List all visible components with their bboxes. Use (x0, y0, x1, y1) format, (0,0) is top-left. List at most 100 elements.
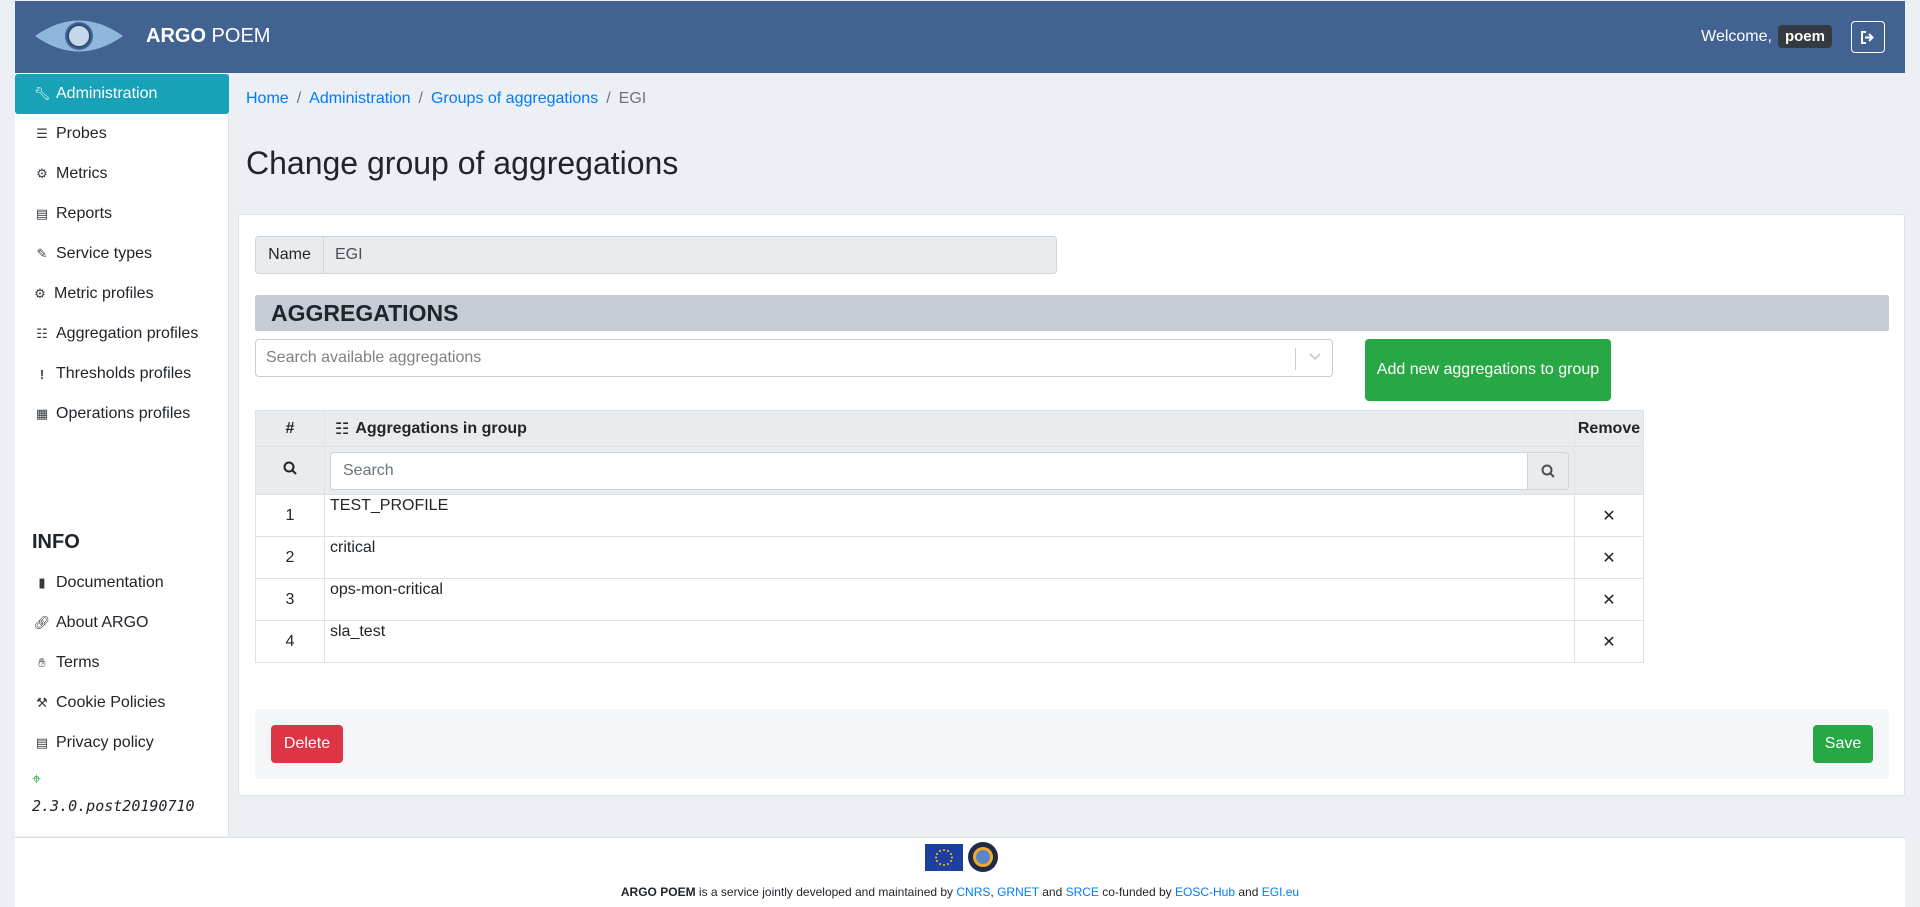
sidebar-item-probes[interactable]: ☰ Probes (15, 114, 229, 154)
search-row-empty-cell (1574, 446, 1644, 495)
sidebar-item-label: Administration (56, 85, 158, 102)
footer-text-part: co-funded by (1098, 885, 1175, 899)
row-aggregation-name: sla_test (324, 620, 1575, 663)
footer-link-cnrs[interactable]: CNRS (956, 885, 990, 899)
sidebar-item-label: Service types (56, 245, 153, 262)
sidebar-item-operations-profiles[interactable]: ▦ Operations profiles (15, 394, 229, 434)
breadcrumb-separator: / (418, 90, 423, 107)
sidebar-item-metric-profiles[interactable]: ⚙ Metric profiles (15, 274, 229, 314)
column-header-remove: Remove (1574, 410, 1644, 447)
footer-and: and (1038, 885, 1066, 899)
search-row-input-cell: Search (324, 446, 1575, 495)
table-row: 1 TEST_PROFILE ✕ (255, 494, 1644, 537)
row-number: 2 (255, 536, 325, 579)
footer-link-egi[interactable]: EGI.eu (1262, 885, 1299, 899)
form-card: Name EGI AGGREGATIONS Search available a… (238, 214, 1905, 796)
footer-link-grnet[interactable]: GRNET (997, 885, 1039, 899)
sidebar-item-label: Cookie Policies (56, 694, 166, 711)
logout-button[interactable] (1851, 21, 1885, 53)
sidebar-item-label: Documentation (56, 574, 164, 591)
sidebar-item-label: About ARGO (56, 614, 149, 631)
breadcrumb-separator: / (606, 90, 611, 107)
table-search-button[interactable] (1527, 452, 1568, 489)
brand-title[interactable]: ARGO POEM (146, 25, 270, 48)
add-aggregations-button[interactable]: Add new aggregations to group (1365, 339, 1611, 401)
search-icon (1541, 464, 1555, 478)
cogs-icon: ⚙ (34, 286, 46, 301)
footer-brand: ARGO POEM (620, 885, 696, 899)
sidebar-item-reports[interactable]: ▤ Reports (15, 194, 229, 234)
sidebar-item-administration[interactable]: 🔧︎ Administration (15, 74, 229, 114)
cog-icon: ⚙ (36, 166, 48, 181)
brand-rest: POEM (206, 25, 271, 47)
delete-button[interactable]: Delete (271, 725, 343, 763)
remove-button[interactable]: ✕ (1596, 586, 1622, 613)
handshake-icon: ✋︎ (38, 655, 46, 670)
row-number: 4 (255, 620, 325, 663)
gavel-icon: ⚒ (36, 695, 48, 710)
table-search-group: Search (330, 451, 1569, 490)
row-remove-cell: ✕ (1574, 620, 1644, 663)
search-row-icon-cell (255, 446, 325, 495)
sidebar-item-aggregation-profiles[interactable]: ☷ Aggregation profiles (15, 314, 229, 354)
table-row: 3 ops-mon-critical ✕ (255, 578, 1644, 621)
column-header-aggregations-label: Aggregations in group (355, 419, 527, 437)
breadcrumb-groups[interactable]: Groups of aggregations (431, 90, 598, 108)
table-search-input[interactable]: Search (331, 453, 1527, 489)
table-search-row: Search (255, 446, 1644, 495)
select-placeholder: Search available aggregations (266, 349, 482, 366)
row-remove-cell: ✕ (1574, 494, 1644, 537)
sidebar-item-metrics[interactable]: ⚙ Metrics (15, 154, 229, 194)
tasks-icon: ☷ (36, 326, 48, 341)
row-aggregation-name: critical (324, 536, 1575, 579)
sidebar-item-label: Terms (56, 654, 100, 671)
footer-link-eosc-hub[interactable]: EOSC-Hub (1175, 885, 1235, 899)
sidebar: 🔧︎ Administration ☰ Probes ⚙ Metrics ▤ Repor… (15, 73, 229, 836)
breadcrumb: Home / Administration / Groups of aggreg… (246, 90, 646, 108)
name-field-group: Name EGI (255, 236, 1057, 274)
egi-logo (968, 842, 998, 872)
row-remove-cell: ✕ (1574, 578, 1644, 621)
row-number: 3 (255, 578, 325, 621)
list-icon: ▤ (35, 735, 49, 750)
sidebar-item-service-types[interactable]: ✎ Service types (15, 234, 229, 274)
welcome-area: Welcome, poem (1701, 25, 1832, 48)
page-footer: ARGO POEM is a service jointly developed… (15, 837, 1905, 907)
sidebar-item-privacy-policy[interactable]: ▤ Privacy policy (15, 723, 229, 763)
select-divider (1295, 348, 1296, 370)
exclamation-icon: ! (39, 366, 45, 382)
remove-button[interactable]: ✕ (1596, 544, 1622, 571)
sidebar-item-label: Probes (56, 125, 107, 142)
sidebar-item-label: Aggregation profiles (56, 325, 199, 342)
breadcrumb-administration[interactable]: Administration (309, 90, 410, 108)
remove-button[interactable]: ✕ (1596, 628, 1622, 655)
breadcrumb-home[interactable]: Home (246, 90, 289, 108)
sidebar-item-about-argo[interactable]: 🔗︎ About ARGO (15, 603, 229, 643)
search-icon (283, 461, 297, 475)
footer-text: ARGO POEM is a service jointly developed… (15, 885, 1905, 899)
eu-flag-logo (925, 844, 963, 871)
top-navbar: ARGO POEM Welcome, poem (15, 1, 1905, 73)
sidebar-item-label: Metric profiles (54, 285, 154, 302)
footer-and: and (1235, 885, 1262, 899)
form-actions: Delete Save (255, 709, 1889, 779)
sidebar-item-cookie-policies[interactable]: ⚒ Cookie Policies (15, 683, 229, 723)
save-button[interactable]: Save (1813, 725, 1873, 763)
footer-text-part: is a service jointly developed and maint… (695, 885, 957, 899)
available-aggregations-select[interactable]: Search available aggregations (255, 339, 1333, 377)
file-icon: ▤ (35, 206, 49, 221)
remove-button[interactable]: ✕ (1596, 502, 1622, 529)
welcome-text: Welcome, (1701, 27, 1772, 45)
table-header-row: # ☷ Aggregations in group Remove (255, 410, 1644, 447)
name-label: Name (256, 237, 324, 273)
tasks-icon: ☷ (335, 420, 350, 438)
server-icon: ☰ (36, 126, 48, 141)
sidebar-item-thresholds-profiles[interactable]: ! Thresholds profiles (15, 354, 229, 394)
table-icon: ▦ (35, 406, 49, 421)
footer-link-srce[interactable]: SRCE (1066, 885, 1099, 899)
sidebar-item-documentation[interactable]: ▮ Documentation (15, 563, 229, 603)
chevron-down-icon[interactable] (1308, 349, 1322, 366)
row-remove-cell: ✕ (1574, 536, 1644, 579)
sidebar-item-label: Operations profiles (56, 405, 191, 422)
sidebar-item-terms[interactable]: ✋︎ Terms (15, 643, 229, 683)
